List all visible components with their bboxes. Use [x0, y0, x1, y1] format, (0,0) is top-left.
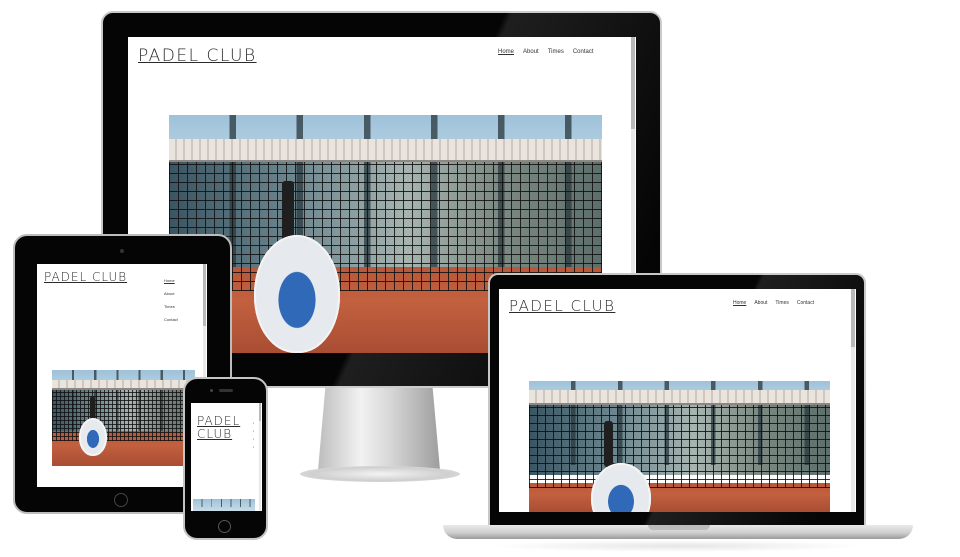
main-nav: Home About Times Contact	[164, 274, 178, 326]
nav-times[interactable]: Times	[548, 49, 564, 55]
home-button-icon[interactable]	[114, 493, 128, 507]
scrollbar[interactable]	[851, 289, 855, 512]
hero-image	[529, 381, 830, 512]
monitor-stand	[318, 388, 440, 470]
nav-times[interactable]: Times	[775, 300, 788, 306]
nav-menu-toggle[interactable]: ▪ ▪ ▪ ▪	[253, 419, 254, 451]
nav-home[interactable]: Home	[733, 300, 746, 306]
nav-times[interactable]: Times	[164, 300, 178, 313]
nav-contact[interactable]: Contact	[797, 300, 814, 306]
site-title[interactable]: PADEL CLUB	[138, 46, 257, 66]
main-nav: Home About Times Contact	[733, 300, 814, 306]
hero-image	[193, 499, 255, 511]
nav-about[interactable]: About	[523, 49, 539, 55]
nav-about[interactable]: About	[754, 300, 767, 306]
main-nav: Home About Times Contact	[498, 49, 594, 55]
monitor-stand-base	[300, 466, 460, 482]
nav-contact[interactable]: Contact	[164, 313, 178, 326]
phone-screen: PADEL CLUB ▪ ▪ ▪ ▪	[191, 403, 262, 511]
tablet-screen: PADEL CLUB Home About Times Contact	[37, 264, 207, 487]
nav-about[interactable]: About	[164, 287, 178, 300]
racket	[79, 418, 107, 456]
laptop-screen: PADEL CLUB Home About Times Contact	[499, 289, 856, 512]
scrollbar[interactable]	[259, 403, 261, 511]
camera-icon	[120, 249, 124, 253]
laptop-notch	[648, 525, 710, 530]
nav-home[interactable]: Home	[164, 274, 178, 287]
hero-image	[52, 370, 195, 466]
site-title[interactable]: PADEL CLUB	[509, 297, 615, 315]
phone: PADEL CLUB ▪ ▪ ▪ ▪	[183, 377, 268, 540]
speaker	[219, 389, 233, 392]
laptop: PADEL CLUB Home About Times Contact	[488, 273, 866, 525]
site-title[interactable]: PADEL CLUB	[44, 270, 127, 284]
home-button-icon[interactable]	[218, 520, 231, 533]
camera-icon	[210, 389, 213, 392]
site-title-line1[interactable]: PADEL	[197, 414, 240, 428]
nav-home[interactable]: Home	[498, 49, 514, 55]
racket	[254, 235, 340, 353]
nav-contact[interactable]: Contact	[573, 49, 594, 55]
laptop-shadow	[488, 540, 868, 552]
site-title-line2[interactable]: CLUB	[197, 427, 232, 441]
